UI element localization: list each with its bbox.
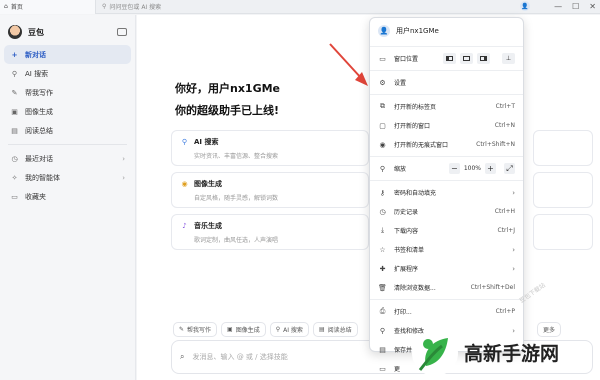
menu-clear-data[interactable]: 🗑 清除浏览数据... Ctrl+Shift+Del xyxy=(370,278,523,297)
chevron-right-icon: › xyxy=(512,245,515,254)
watermark-text: 高新手游网 xyxy=(464,343,560,365)
menu-shortcut: Ctrl+T xyxy=(495,103,515,110)
menu-label: 打开新的无痕式窗口 xyxy=(394,142,449,149)
menu-new-window[interactable]: ▢ 打开新的窗口 Ctrl+N xyxy=(370,116,523,135)
key-icon: ⚷ xyxy=(379,188,386,197)
dock-left-button[interactable] xyxy=(443,53,456,64)
toolbox-icon: ▭ xyxy=(379,364,386,373)
fullscreen-button[interactable]: ⤢ xyxy=(504,163,515,174)
watermark-logo xyxy=(412,329,458,376)
trash-icon: 🗑 xyxy=(378,283,387,292)
menu-incognito[interactable]: ◉ 打开新的无痕式窗口 Ctrl+Shift+N xyxy=(370,135,523,154)
zoom-value: 100% xyxy=(463,165,481,172)
menu-label: 历史记录 xyxy=(394,209,419,216)
menu-downloads[interactable]: ⤓ 下载内容 Ctrl+J xyxy=(370,221,523,240)
menu-passwords[interactable]: ⚷ 密码和自动填充 › xyxy=(370,183,523,202)
menu-shortcut: Ctrl+Shift+Del xyxy=(470,284,515,291)
menu-label: 打印... xyxy=(394,309,412,316)
user-avatar-icon: 👤 xyxy=(378,25,390,37)
menu-divider xyxy=(370,46,523,47)
menu-bookmarks[interactable]: ☆ 书签和清单 › xyxy=(370,240,523,259)
menu-label: 清除浏览数据... xyxy=(394,285,436,292)
menu-print[interactable]: ⎙ 打印... Ctrl+P xyxy=(370,302,523,321)
new-tab-icon: ⧉ xyxy=(380,102,385,110)
menu-label: 打开新的标签页 xyxy=(394,104,437,111)
watermark: 高新手游网 xyxy=(412,325,600,380)
menu-divider xyxy=(370,299,523,300)
menu-shortcut: Ctrl+Shift+N xyxy=(476,141,515,148)
incognito-icon: ◉ xyxy=(379,140,386,149)
menu-history[interactable]: ◷ 历史记录 Ctrl+H xyxy=(370,202,523,221)
menu-shortcut: Ctrl+P xyxy=(495,308,515,315)
print-icon: ⎙ xyxy=(379,307,386,315)
menu-extensions[interactable]: ✚ 扩展程序 › xyxy=(370,259,523,278)
menu-label: 缩放 xyxy=(394,166,407,173)
dock-right-button[interactable] xyxy=(477,53,490,64)
star-icon: ☆ xyxy=(379,245,386,254)
gear-icon: ⚙ xyxy=(379,78,386,87)
share-icon: ▤ xyxy=(379,345,386,354)
pin-icon: ⊥ xyxy=(505,55,512,62)
menu-label: 书签和清单 xyxy=(394,247,425,254)
chevron-right-icon: › xyxy=(512,264,515,273)
menu-divider xyxy=(370,180,523,181)
menu-label: 设置 xyxy=(394,80,407,87)
menu-divider xyxy=(370,70,523,71)
menu-zoom: ⚲ 缩放 − 100% + ⤢ xyxy=(370,159,523,178)
puzzle-icon: ✚ xyxy=(379,264,386,273)
menu-label: 扩展程序 xyxy=(394,266,419,273)
menu-shortcut: Ctrl+J xyxy=(497,227,515,234)
new-window-icon: ▢ xyxy=(379,121,386,130)
zoom-in-button[interactable]: + xyxy=(485,163,496,174)
menu-shortcut: Ctrl+H xyxy=(494,208,515,215)
arrow-line xyxy=(329,43,363,80)
menu-shortcut: Ctrl+N xyxy=(494,122,515,129)
menu-label: 密码和自动填充 xyxy=(394,190,437,197)
leaf-icon xyxy=(418,337,448,371)
menu-user[interactable]: 👤 用户nx1GMe xyxy=(370,18,523,44)
menu-settings[interactable]: ⚙ 设置 xyxy=(370,73,523,92)
dock-center-button[interactable] xyxy=(460,53,473,64)
zoom-icon: ⚲ xyxy=(379,164,386,173)
history-icon: ◷ xyxy=(379,207,386,216)
window-icon: ▭ xyxy=(379,54,386,63)
menu-label: 下载内容 xyxy=(394,228,419,235)
browser-menu: 👤 用户nx1GMe ▭ 窗口位置 ⊥ ⚙ 设置 ⧉ 打开新的标签页 Ctrl+… xyxy=(369,17,524,373)
menu-label: 窗口位置 xyxy=(394,56,419,63)
menu-window-position: ▭ 窗口位置 ⊥ xyxy=(370,49,523,68)
chevron-right-icon: › xyxy=(512,188,515,197)
menu-label: 更 xyxy=(394,366,401,373)
zoom-out-button[interactable]: − xyxy=(448,163,460,174)
download-icon: ⤓ xyxy=(380,226,385,234)
find-icon: ⚲ xyxy=(379,326,386,335)
pin-window-button[interactable]: ⊥ xyxy=(502,53,515,64)
menu-new-tab[interactable]: ⧉ 打开新的标签页 Ctrl+T xyxy=(370,97,523,116)
menu-divider xyxy=(370,156,523,157)
menu-divider xyxy=(370,94,523,95)
menu-label: 打开新的窗口 xyxy=(394,123,431,130)
menu-user-name: 用户nx1GMe xyxy=(396,27,439,35)
